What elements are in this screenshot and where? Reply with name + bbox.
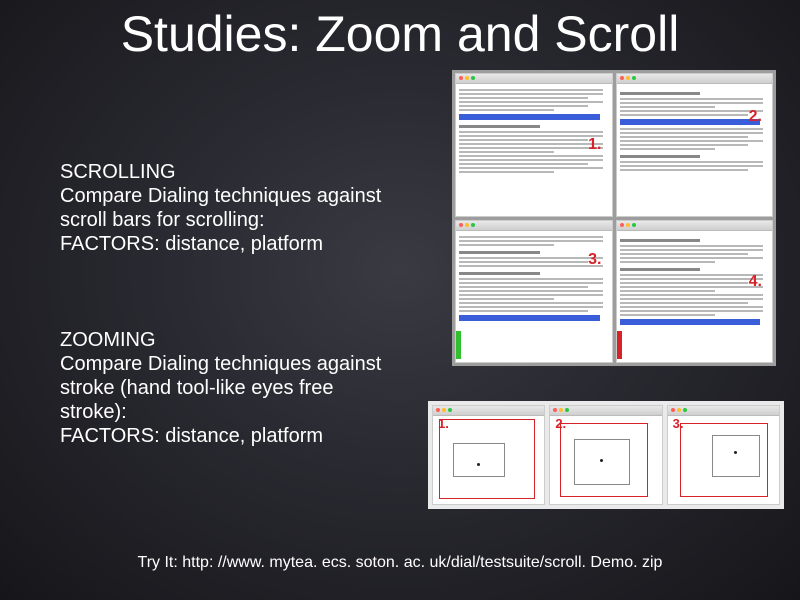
window-titlebar-icon xyxy=(456,221,612,231)
inner-box-icon xyxy=(712,435,760,477)
highlight-bar-icon xyxy=(620,319,761,325)
zoom-thumb-2: 2. xyxy=(549,405,662,505)
thumb-number: 4. xyxy=(749,273,762,291)
highlight-bar-icon xyxy=(459,114,600,120)
zooming-block: ZOOMING Compare Dialing techniques again… xyxy=(60,328,400,448)
zooming-factors: FACTORS: distance, platform xyxy=(60,424,400,448)
scroll-thumb-1: 1. xyxy=(455,73,613,217)
slide-title: Studies: Zoom and Scroll xyxy=(0,8,800,61)
window-titlebar-icon xyxy=(617,74,773,84)
zoom-thumb-3: 3. xyxy=(667,405,780,505)
thumb-number: 1. xyxy=(588,136,601,154)
zooming-thumbnails: 1. 2. 3. xyxy=(428,401,784,509)
scrolling-factors: FACTORS: distance, platform xyxy=(60,232,400,256)
red-marker-icon xyxy=(616,331,622,359)
scrolling-thumbnails: 1. 2. xyxy=(452,70,776,366)
zooming-heading: ZOOMING xyxy=(60,328,400,352)
zooming-body: Compare Dialing techniques against strok… xyxy=(60,352,400,424)
green-marker-icon xyxy=(455,331,461,359)
thumb-number: 2. xyxy=(749,108,762,126)
inner-box-icon xyxy=(574,439,630,485)
window-titlebar-icon xyxy=(617,221,773,231)
target-dot-icon xyxy=(477,463,480,466)
thumb-number: 3. xyxy=(588,251,601,269)
scroll-thumb-3: 3. xyxy=(455,220,613,364)
scrolling-heading: SCROLLING xyxy=(60,160,400,184)
inner-box-icon xyxy=(453,443,505,477)
try-it-link: Try It: http: //www. mytea. ecs. soton. … xyxy=(0,554,800,572)
window-titlebar-icon xyxy=(456,74,612,84)
scroll-thumb-4: 4. xyxy=(616,220,774,364)
target-dot-icon xyxy=(734,451,737,454)
scroll-thumb-2: 2. xyxy=(616,73,774,217)
scrolling-body: Compare Dialing techniques against scrol… xyxy=(60,184,400,232)
scrolling-block: SCROLLING Compare Dialing techniques aga… xyxy=(60,160,400,256)
zoom-thumb-1: 1. xyxy=(432,405,545,505)
highlight-bar-icon xyxy=(620,119,761,125)
slide: Studies: Zoom and Scroll SCROLLING Compa… xyxy=(0,0,800,600)
highlight-bar-icon xyxy=(459,315,600,321)
